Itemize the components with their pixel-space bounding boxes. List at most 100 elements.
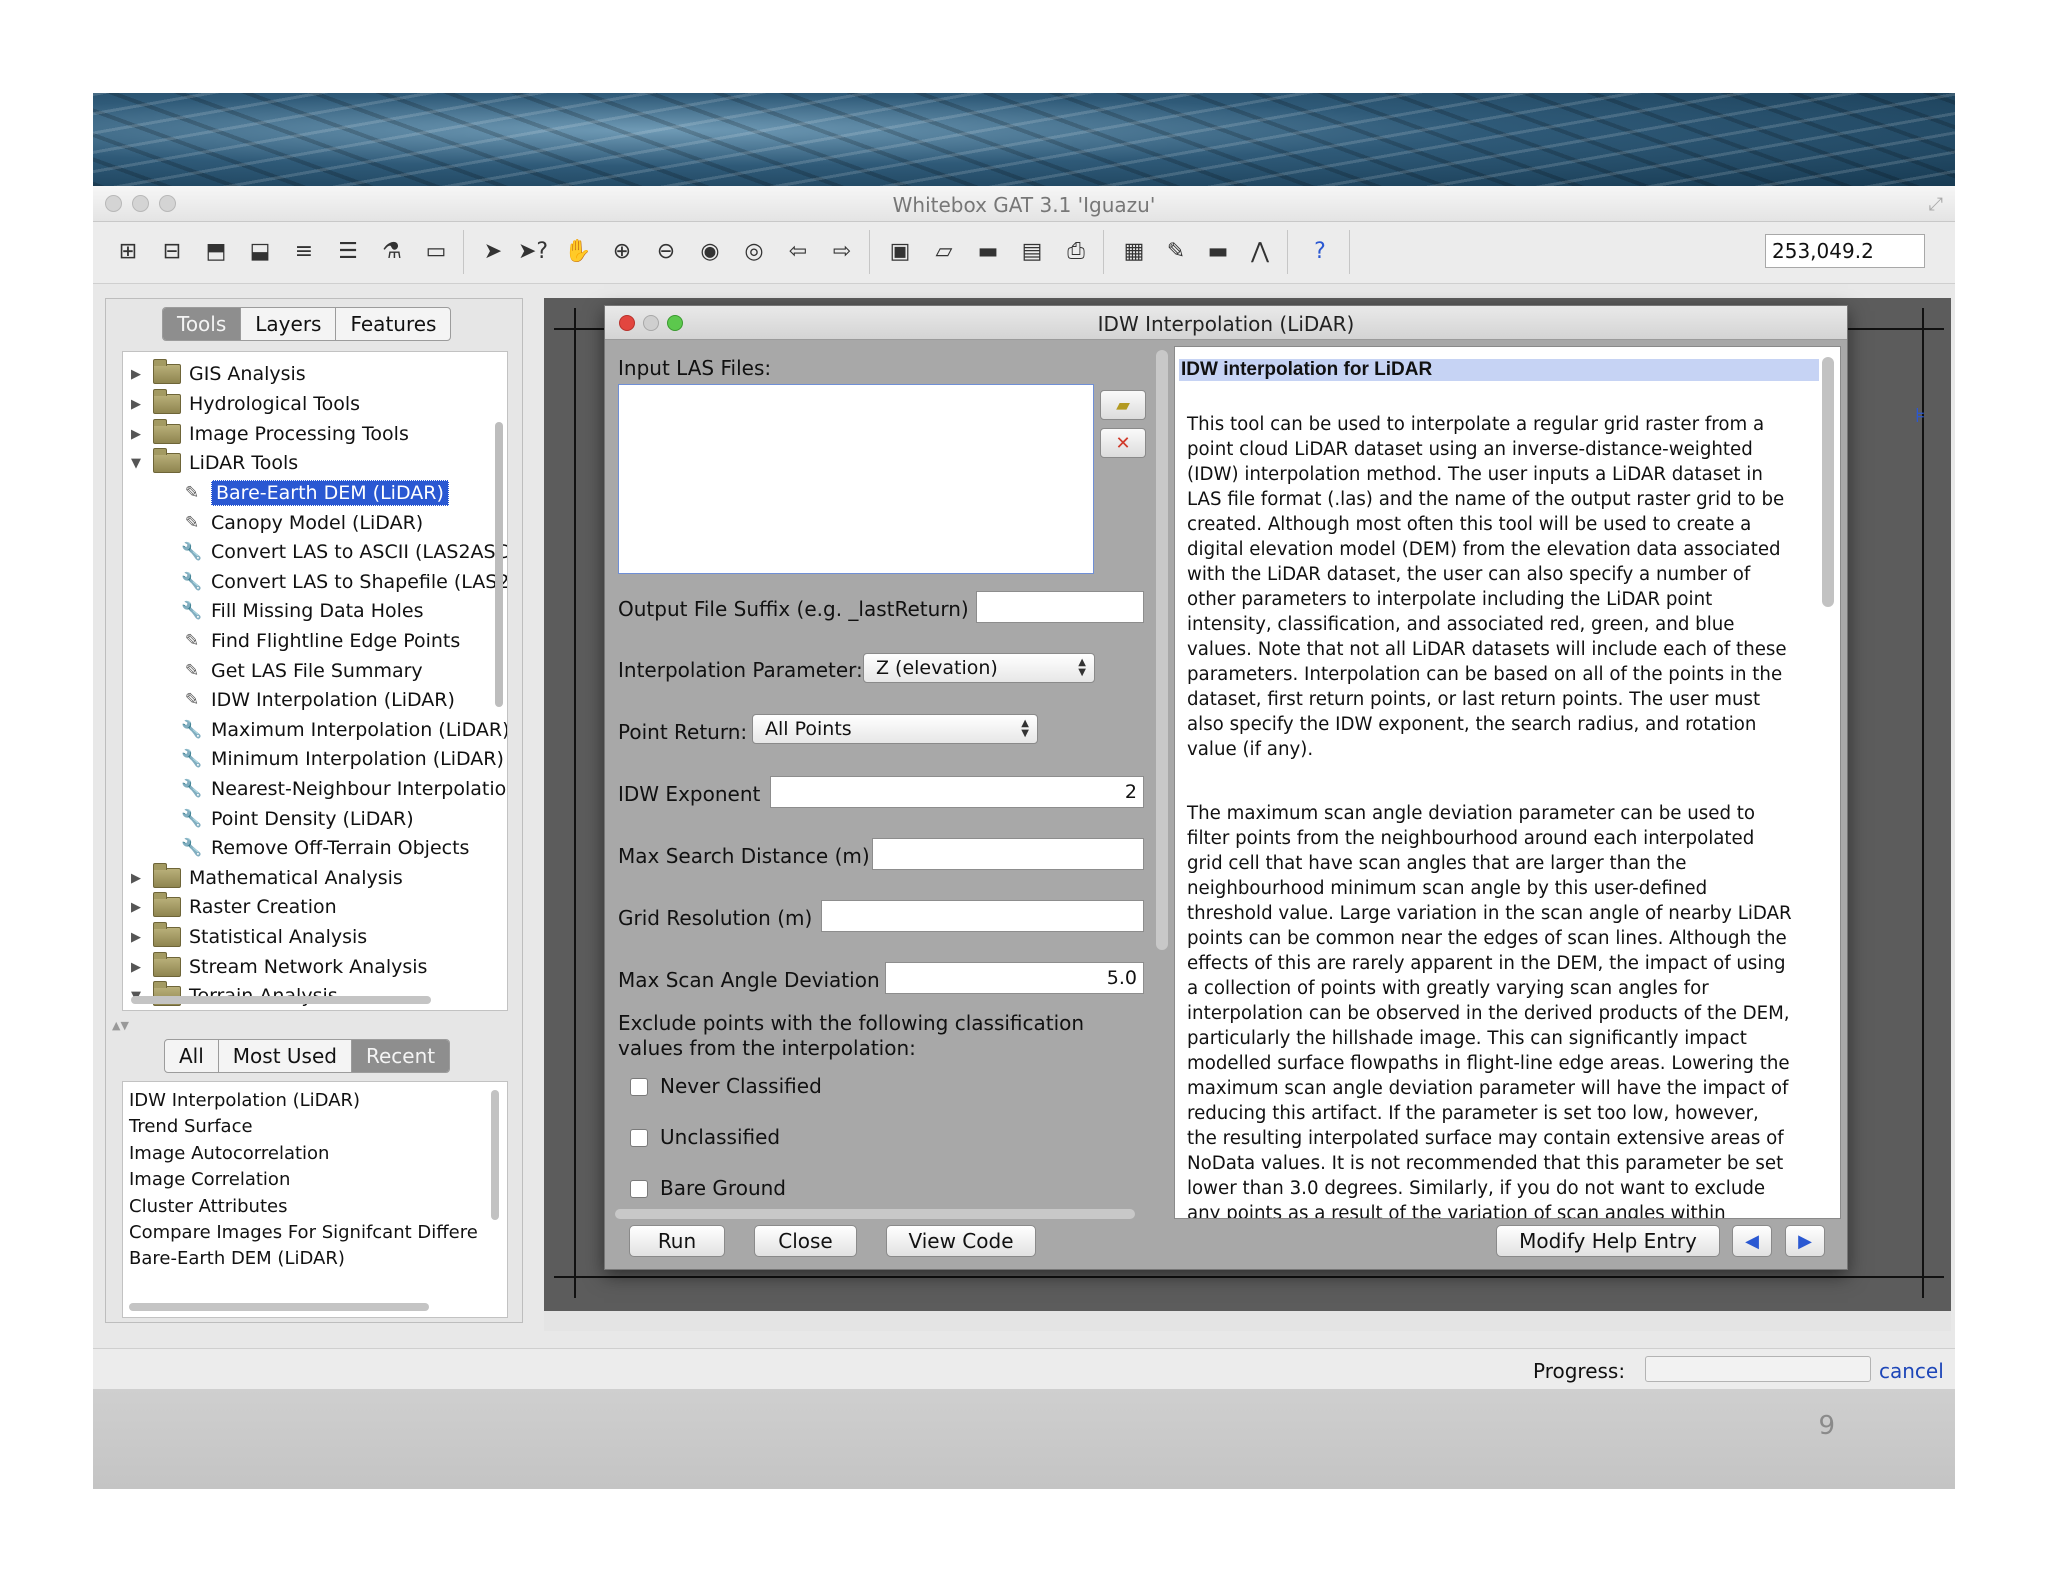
- close-button[interactable]: Close: [754, 1225, 857, 1257]
- tree-item-convert-las-shapefile[interactable]: 🔧 Convert LAS to Shapefile (LAS2S: [181, 568, 507, 596]
- tree-item-mathematical-analysis[interactable]: ▶ Mathematical Analysis: [131, 863, 403, 892]
- zoom-in-icon[interactable]: ⊕: [607, 234, 637, 268]
- folder-icon: [153, 448, 181, 473]
- run-button[interactable]: Run: [629, 1225, 725, 1257]
- tree-item-point-density[interactable]: 🔧 Point Density (LiDAR): [181, 805, 413, 833]
- tab-all[interactable]: All: [165, 1040, 219, 1072]
- tree-item-hydrological-tools[interactable]: ▶ Hydrological Tools: [131, 389, 360, 418]
- idw-exponent-label: IDW Exponent: [618, 782, 761, 806]
- grid-resolution-field[interactable]: [821, 900, 1144, 932]
- lower-layer-icon[interactable]: ⬓: [245, 234, 275, 268]
- panel-tabs: Tools Layers Features: [162, 307, 452, 341]
- tree-horizontal-scrollbar[interactable]: [131, 996, 431, 1004]
- next-extent-icon[interactable]: ⇨: [827, 234, 857, 268]
- view-code-button[interactable]: View Code: [886, 1225, 1036, 1257]
- remove-files-button[interactable]: ✕: [1100, 428, 1146, 458]
- open-files-button[interactable]: ▰: [1100, 390, 1146, 420]
- form-horizontal-scrollbar[interactable]: [615, 1209, 1135, 1219]
- tree-item-image-processing-tools[interactable]: ▶ Image Processing Tools: [131, 419, 409, 448]
- remove-layer-icon[interactable]: ⊟: [157, 234, 187, 268]
- list-item[interactable]: Bare-Earth DEM (LiDAR): [129, 1248, 345, 1269]
- tree-item-flightline-edge[interactable]: ✎ Find Flightline Edge Points: [181, 627, 460, 655]
- tree-item-minimum-interpolation[interactable]: 🔧 Minimum Interpolation (LiDAR): [181, 745, 504, 773]
- ruler-icon[interactable]: ▬: [1203, 234, 1233, 268]
- wrench-icon: 🔧: [181, 720, 203, 740]
- point-return-label: Point Return:: [618, 720, 748, 744]
- idw-exponent-field[interactable]: 2: [770, 776, 1144, 808]
- add-layer-icon[interactable]: ⊞: [113, 234, 143, 268]
- zoom-out-icon[interactable]: ⊖: [651, 234, 681, 268]
- script-icon[interactable]: ✎: [1161, 234, 1191, 268]
- input-las-files-list[interactable]: [618, 384, 1094, 574]
- zoom-to-layer-icon[interactable]: ◎: [739, 234, 769, 268]
- point-return-select[interactable]: All Points ▲ ▼: [752, 714, 1038, 744]
- tree-item-statistical-analysis[interactable]: ▶ Statistical Analysis: [131, 922, 367, 951]
- interp-param-select[interactable]: Z (elevation) ▲ ▼: [863, 653, 1095, 683]
- wrench-icon: 🔧: [181, 779, 203, 799]
- tab-tools[interactable]: Tools: [163, 308, 242, 340]
- scale-input[interactable]: 253,049.2: [1765, 234, 1925, 268]
- tree-item-gis-analysis[interactable]: ▶ GIS Analysis: [131, 359, 306, 388]
- checkbox-unclassified[interactable]: [630, 1129, 648, 1147]
- fullscreen-icon[interactable]: ⤢: [1929, 194, 1943, 215]
- list-item[interactable]: IDW Interpolation (LiDAR): [129, 1090, 360, 1111]
- tree-item-idw-interpolation[interactable]: ✎ IDW Interpolation (LiDAR): [181, 686, 455, 714]
- profile-icon[interactable]: ⋀: [1245, 234, 1275, 268]
- tree-item-las-summary[interactable]: ✎ Get LAS File Summary: [181, 657, 423, 685]
- tree-item-fill-missing[interactable]: 🔧 Fill Missing Data Holes: [181, 597, 423, 625]
- folder-icon[interactable]: ▬: [973, 234, 1003, 268]
- cancel-link[interactable]: cancel: [1879, 1359, 1944, 1383]
- tab-most-used[interactable]: Most Used: [219, 1040, 352, 1072]
- list-item[interactable]: Cluster Attributes: [129, 1196, 287, 1217]
- tree-item-stream-network[interactable]: ▶ Stream Network Analysis: [131, 952, 427, 981]
- output-suffix-field[interactable]: [976, 591, 1144, 623]
- tree-item-convert-las-ascii[interactable]: 🔧 Convert LAS to ASCII (LAS2ASCII): [181, 538, 507, 566]
- tree-item-remove-off-terrain[interactable]: 🔧 Remove Off-Terrain Objects: [181, 834, 469, 862]
- list-item[interactable]: Image Correlation: [129, 1169, 290, 1190]
- help-vertical-scrollbar[interactable]: [1822, 357, 1834, 607]
- tree-vertical-scrollbar[interactable]: [495, 422, 503, 707]
- align-icon[interactable]: ⊧: [1915, 403, 1935, 427]
- tab-recent[interactable]: Recent: [351, 1040, 450, 1072]
- recent-horizontal-scrollbar[interactable]: [129, 1303, 429, 1311]
- layer-to-top-icon[interactable]: ≡: [289, 234, 319, 268]
- open-map-icon[interactable]: ▣: [885, 234, 915, 268]
- exclude-label-line1: Exclude points with the following classi…: [618, 1011, 1085, 1035]
- recent-vertical-scrollbar[interactable]: [491, 1090, 499, 1220]
- list-item[interactable]: Image Autocorrelation: [129, 1143, 329, 1164]
- save-icon[interactable]: ▤: [1017, 234, 1047, 268]
- tree-item-lidar-tools[interactable]: ▼ LiDAR Tools: [131, 448, 298, 477]
- layer-properties-icon[interactable]: ⚗: [377, 234, 407, 268]
- checkbox-never-classified[interactable]: [630, 1078, 648, 1096]
- checkbox-bare-ground[interactable]: [630, 1180, 648, 1198]
- max-scan-field[interactable]: 5.0: [885, 962, 1144, 994]
- full-extent-icon[interactable]: ◉: [695, 234, 725, 268]
- tree-item-nearest-neighbour[interactable]: 🔧 Nearest-Neighbour Interpolatio: [181, 775, 506, 803]
- unclassified-label: Unclassified: [660, 1125, 781, 1149]
- modify-help-button[interactable]: Modify Help Entry: [1496, 1225, 1720, 1257]
- tree-item-raster-creation[interactable]: ▶ Raster Creation: [131, 892, 337, 921]
- list-item[interactable]: Compare Images For Signifcant Differe: [129, 1222, 478, 1243]
- tree-item-bare-earth-dem[interactable]: ✎ Bare-Earth DEM (LiDAR): [181, 479, 449, 507]
- tree-item-canopy-model[interactable]: ✎ Canopy Model (LiDAR): [181, 509, 423, 537]
- help-icon[interactable]: ?: [1305, 234, 1335, 268]
- raise-layer-icon[interactable]: ⬒: [201, 234, 231, 268]
- identify-icon[interactable]: ➤?: [518, 234, 548, 268]
- max-search-field[interactable]: [872, 838, 1144, 870]
- layer-to-bottom-icon[interactable]: ☰: [333, 234, 363, 268]
- previous-extent-icon[interactable]: ⇦: [783, 234, 813, 268]
- help-back-button[interactable]: ◀: [1732, 1225, 1772, 1257]
- pan-icon[interactable]: ✋: [563, 234, 593, 268]
- calculator-icon[interactable]: ▦: [1119, 234, 1149, 268]
- list-item[interactable]: Trend Surface: [129, 1116, 253, 1137]
- split-arrows-icon[interactable]: ▲▼: [112, 1019, 129, 1032]
- tab-layers[interactable]: Layers: [241, 308, 337, 340]
- open-folder-icon[interactable]: ▱: [929, 234, 959, 268]
- help-forward-button[interactable]: ▶: [1785, 1225, 1825, 1257]
- toggle-panel-icon[interactable]: ▭: [421, 234, 451, 268]
- print-icon[interactable]: ⎙: [1061, 234, 1091, 268]
- tab-features[interactable]: Features: [336, 308, 450, 340]
- tree-item-maximum-interpolation[interactable]: 🔧 Maximum Interpolation (LiDAR): [181, 716, 507, 744]
- select-icon[interactable]: ➤: [478, 234, 508, 268]
- form-vertical-scrollbar[interactable]: [1156, 350, 1168, 950]
